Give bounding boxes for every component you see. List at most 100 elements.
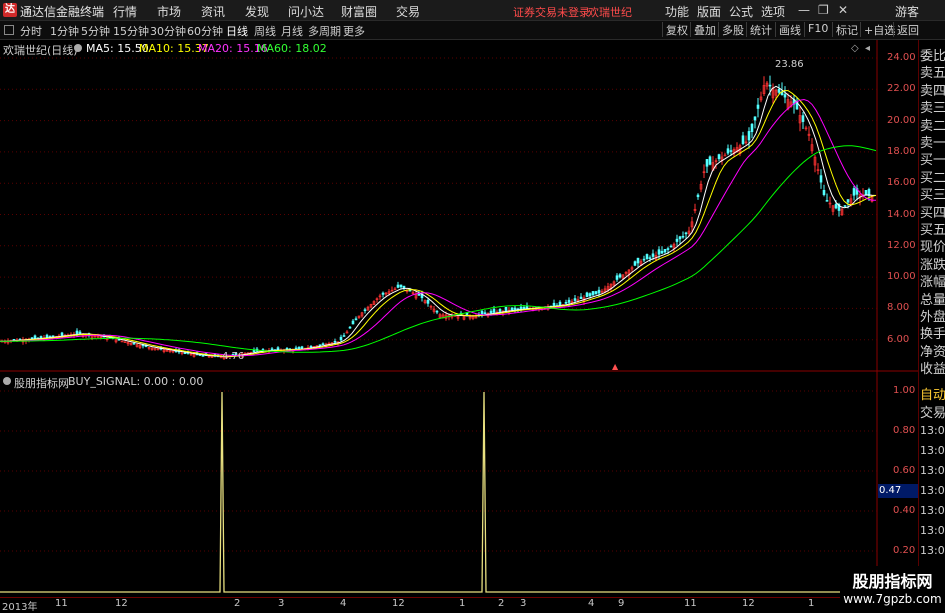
collapse-icon[interactable]: ◂ [865, 43, 870, 54]
tool-draw[interactable]: 画线 [775, 22, 801, 37]
candle-body [594, 291, 598, 295]
period-60min[interactable]: 60分钟 [187, 23, 223, 39]
candle-body [825, 200, 829, 202]
quote-field: 现价 [920, 240, 945, 256]
candle-body [33, 335, 37, 339]
candle-body [717, 154, 721, 160]
candle-body [75, 330, 79, 335]
max-price-label: 23.86 [775, 59, 804, 70]
date-tick: 1 [459, 598, 466, 609]
tool-overlay[interactable]: 叠加 [690, 22, 716, 37]
tool-f10[interactable]: F10 [804, 22, 828, 37]
menu-discover[interactable]: 发现 [245, 3, 269, 20]
candle-body [45, 334, 49, 338]
candle-body [681, 235, 685, 238]
guest-label[interactable]: 游客 [895, 3, 919, 20]
candle-body [510, 307, 514, 311]
candle-body [696, 194, 700, 198]
candle-body [183, 352, 187, 355]
menu-trade[interactable]: 交易 [396, 3, 420, 20]
candle-body [843, 205, 847, 207]
price-tick: 8.00 [887, 302, 910, 314]
candle-body [834, 204, 838, 209]
candle-body [819, 175, 823, 183]
candle-body [642, 258, 646, 261]
candle-body [756, 104, 760, 109]
menu-wealth[interactable]: 财富圈 [341, 3, 377, 20]
indicator-chart[interactable] [0, 372, 918, 597]
kline-chart[interactable] [0, 40, 918, 372]
restore-icon[interactable]: ❐ [818, 3, 829, 17]
time-label: 13:05 [920, 444, 945, 457]
menu-function[interactable]: 功能 [665, 3, 689, 20]
ind-tick: 0.40 [893, 505, 916, 516]
tool-back[interactable]: 返回 [893, 22, 919, 37]
candle-body [675, 238, 679, 242]
period-30min[interactable]: 30分钟 [150, 23, 186, 39]
settings-dot-icon[interactable] [74, 44, 82, 52]
menu-market[interactable]: 市场 [157, 3, 181, 20]
candle-body [300, 346, 304, 349]
candle-body [276, 347, 280, 351]
period-intraday[interactable]: 分时 [20, 23, 42, 39]
minimize-icon[interactable]: — [798, 3, 810, 17]
tool-stats[interactable]: 统计 [746, 22, 772, 37]
candle-body [585, 292, 589, 298]
ind-tick: 0.20 [893, 545, 916, 556]
candle-body [663, 248, 667, 253]
candle-body [666, 248, 670, 250]
ind-settings-icon[interactable] [3, 377, 11, 385]
tool-adjust[interactable]: 复权 [662, 22, 688, 37]
date-tick: 4 [588, 598, 595, 609]
tool-mark[interactable]: 标记 [832, 22, 858, 37]
candle-body [783, 94, 787, 98]
period-weekly[interactable]: 周线 [254, 23, 276, 39]
menu-news[interactable]: 资讯 [201, 3, 225, 20]
quote-field: 收益 [920, 362, 945, 378]
menu-ask[interactable]: 问小达 [288, 3, 324, 20]
date-tick: 3 [520, 598, 527, 609]
trade-field[interactable]: 自动 [920, 384, 945, 403]
candle-body [417, 293, 421, 296]
trade-field[interactable]: 交易 [920, 402, 945, 421]
menu-quotes[interactable]: 行情 [113, 3, 137, 20]
quote-field: 买五 [920, 223, 945, 238]
quote-field: 卖二 [920, 118, 945, 134]
candle-body [318, 344, 322, 347]
diamond-icon[interactable]: ◇ [851, 43, 859, 54]
candle-body [618, 274, 622, 278]
menu-layout[interactable]: 版面 [697, 3, 721, 20]
candle-body [564, 302, 568, 304]
price-tick: 20.00 [887, 114, 916, 126]
candle-body [339, 336, 343, 341]
candle-body [381, 292, 385, 295]
period-1min[interactable]: 1分钟 [50, 23, 79, 39]
menu-options[interactable]: 选项 [761, 3, 785, 20]
menu-formula[interactable]: 公式 [729, 3, 753, 20]
toolbar-menu-icon[interactable] [4, 25, 14, 35]
close-icon[interactable]: ✕ [838, 3, 848, 17]
tool-add-favorite[interactable]: +自选 [860, 22, 895, 37]
period-15min[interactable]: 15分钟 [113, 23, 149, 39]
candle-body [852, 188, 856, 196]
candle-body [657, 249, 661, 255]
quote-field: 涨跌 [920, 257, 945, 273]
candle-body [39, 336, 43, 339]
period-daily[interactable]: 日线 [226, 23, 248, 39]
period-monthly[interactable]: 月线 [281, 23, 303, 39]
time-label: 13:06 [920, 504, 945, 517]
candle-body [708, 156, 712, 165]
candle-body [591, 291, 595, 296]
period-more[interactable]: 更多 [343, 23, 365, 39]
candle-body [492, 308, 496, 313]
candle-body [309, 346, 313, 348]
current-ind-value: 0.47 [878, 484, 919, 498]
login-notice[interactable]: 证券交易未登录 [513, 4, 590, 20]
price-tick: 10.00 [887, 271, 916, 283]
time-label: 13:06 [920, 544, 945, 557]
tool-multistock[interactable]: 多股 [718, 22, 744, 37]
candle-body [588, 293, 592, 297]
period-multi[interactable]: 多周期 [308, 23, 341, 39]
indicator-name[interactable]: 股朋指标网 [14, 375, 69, 391]
period-5min[interactable]: 5分钟 [81, 23, 110, 39]
